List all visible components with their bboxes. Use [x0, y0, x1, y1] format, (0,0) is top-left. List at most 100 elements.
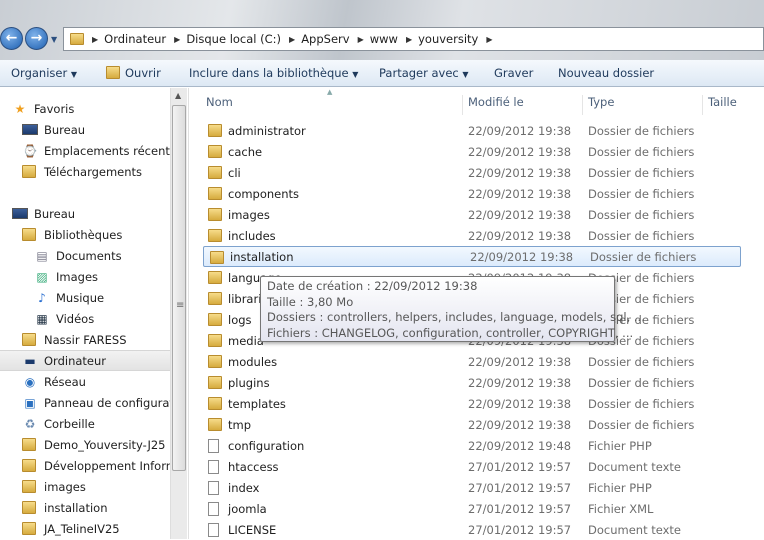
- chevron-right-icon: ▶: [289, 34, 296, 44]
- computer-icon: ▬: [24, 353, 36, 368]
- navigation-pane: ★ Favoris Bureau ⌚ Emplacements récents Téléc…: [0, 88, 170, 539]
- column-modified[interactable]: Modifié le: [463, 95, 583, 115]
- file-row[interactable]: installation 22/09/2012 19:38 Dossier de f…: [203, 246, 741, 267]
- folder-icon: [208, 187, 222, 200]
- file-name: logs: [228, 312, 252, 327]
- sidebar-item[interactable]: Développement Informatique: [0, 455, 170, 476]
- sidebar-item[interactable]: Téléchargements: [0, 161, 170, 182]
- file-row[interactable]: includes 22/09/2012 19:38 Dossier de fichi…: [202, 225, 742, 246]
- sidebar-item-label: Favoris: [34, 101, 75, 116]
- sidebar-item[interactable]: ♻ Corbeille: [0, 413, 170, 434]
- sidebar-item[interactable]: ▨ Images: [0, 266, 170, 287]
- file-row[interactable]: templates 22/09/2012 19:38 Dossier de fich…: [202, 393, 742, 414]
- scroll-up-icon[interactable]: ▲: [175, 91, 181, 100]
- folder-icon: [208, 355, 222, 368]
- sidebar-item[interactable]: images: [0, 476, 170, 497]
- file-name: includes: [228, 228, 276, 243]
- sidebar-item[interactable]: ▬ Ordinateur: [0, 350, 170, 371]
- sidebar-item[interactable]: Bureau: [0, 119, 170, 140]
- column-name[interactable]: Nom: [189, 95, 463, 115]
- sidebar-item[interactable]: Nassir FARESS: [0, 329, 170, 350]
- file-name: cache: [228, 144, 263, 159]
- file-row[interactable]: tmp 22/09/2012 19:38 Dossier de fichiers: [202, 414, 742, 435]
- sidebar-item-label: Ordinateur: [44, 353, 107, 368]
- file-row[interactable]: htaccess 27/01/2012 19:57 Document texte: [202, 456, 742, 477]
- file-row[interactable]: index 27/01/2012 19:57 Fichier PHP: [202, 477, 742, 498]
- command-bar: Organiser ▼ Ouvrir Inclure dans la bibli…: [0, 60, 764, 87]
- folder-icon: [208, 208, 222, 221]
- sidebar-item-label: Corbeille: [44, 416, 95, 431]
- file-icon: [208, 523, 219, 537]
- chevron-right-icon: ▶: [174, 34, 181, 44]
- chevron-down-icon: ▼: [352, 70, 359, 79]
- sidebar-item[interactable]: ★ Favoris: [0, 98, 170, 119]
- folder-icon: [22, 480, 36, 493]
- breadcrumb-item[interactable]: AppServ: [301, 32, 349, 46]
- chevron-right-icon: ▶: [405, 34, 413, 44]
- file-row[interactable]: cli 22/09/2012 19:38 Dossier de fichiers: [202, 162, 742, 183]
- address-bar[interactable]: ▶ Ordinateur ▶ Disque local (C:) ▶ AppServ …: [63, 27, 764, 51]
- share-button[interactable]: Partager avec ▼: [379, 66, 469, 80]
- file-type: Fichier PHP: [588, 480, 652, 495]
- new-folder-button[interactable]: Nouveau dossier: [558, 66, 654, 80]
- breadcrumb-item[interactable]: youversity: [418, 32, 478, 46]
- file-row[interactable]: modules 22/09/2012 19:38 Dossier de fichie…: [202, 351, 742, 372]
- folder-icon: [208, 334, 222, 347]
- file-row[interactable]: images 22/09/2012 19:38 Dossier de fichier…: [202, 204, 742, 225]
- file-row[interactable]: joomla 27/01/2012 19:57 Fichier XML: [202, 498, 742, 519]
- file-row[interactable]: plugins 22/09/2012 19:38 Dossier de fichie…: [202, 372, 742, 393]
- forward-button[interactable]: →: [25, 27, 48, 50]
- include-library-button[interactable]: Inclure dans la bibliothèque ▼: [189, 66, 358, 80]
- sidebar-item[interactable]: ▤ Documents: [0, 245, 170, 266]
- sidebar-item[interactable]: ◉ Réseau: [0, 371, 170, 392]
- sidebar-item[interactable]: ▦ Vidéos: [0, 308, 170, 329]
- back-button[interactable]: ←: [0, 27, 23, 50]
- sidebar-item[interactable]: Bureau: [0, 203, 170, 224]
- breadcrumb-item[interactable]: www: [370, 32, 398, 46]
- sidebar-item[interactable]: JA_TelineIV25: [0, 518, 170, 539]
- sidebar-item[interactable]: ▣ Panneau de configuration: [0, 392, 170, 413]
- file-icon: [208, 439, 219, 453]
- file-row[interactable]: cache 22/09/2012 19:38 Dossier de fichiers: [202, 141, 742, 162]
- sidebar-item[interactable]: Demo_Youversity-J25: [0, 434, 170, 455]
- folder-icon: [22, 438, 36, 451]
- folder-icon: [210, 251, 224, 264]
- file-row[interactable]: LICENSE 27/01/2012 19:57 Document texte: [202, 519, 742, 540]
- file-row[interactable]: components 22/09/2012 19:38 Dossier de fic…: [202, 183, 742, 204]
- folder-icon: [70, 33, 84, 45]
- navigation-scrollbar[interactable]: ▲ ≡: [170, 88, 187, 539]
- chevron-down-icon: ▼: [462, 70, 469, 79]
- desktop-icon: [22, 124, 38, 135]
- recent-pages-dropdown[interactable]: ▼: [51, 35, 57, 44]
- file-icon: [208, 460, 219, 474]
- chevron-right-icon: ▶: [92, 34, 99, 44]
- column-type[interactable]: Type: [583, 95, 703, 115]
- burn-button[interactable]: Graver: [494, 66, 533, 80]
- file-row[interactable]: configuration 22/09/2012 19:48 Fichier PHP: [202, 435, 742, 456]
- file-type: Dossier de fichiers: [588, 396, 695, 411]
- open-button[interactable]: Ouvrir: [106, 66, 161, 80]
- chevron-right-icon[interactable]: ▶: [486, 35, 492, 44]
- file-row[interactable]: administrator 22/09/2012 19:38 Dossier de …: [202, 120, 742, 141]
- open-folder-icon: [106, 66, 120, 79]
- file-modified: 27/01/2012 19:57: [468, 480, 572, 495]
- file-icon: [208, 481, 219, 495]
- file-name: cli: [228, 165, 241, 180]
- sidebar-item[interactable]: ⌚ Emplacements récents: [0, 140, 170, 161]
- breadcrumb-item[interactable]: Ordinateur: [104, 32, 166, 46]
- column-size[interactable]: Taille: [703, 95, 764, 115]
- sidebar-item[interactable]: Bibliothèques: [0, 224, 170, 245]
- file-type: Dossier de fichiers: [588, 354, 695, 369]
- sidebar-item[interactable]: installation: [0, 497, 170, 518]
- file-name: configuration: [228, 438, 305, 453]
- sidebar-item-label: Vidéos: [56, 311, 95, 326]
- sidebar-item[interactable]: ♪ Musique: [0, 287, 170, 308]
- sidebar-item-label: images: [44, 479, 86, 494]
- folder-icon: [208, 145, 222, 158]
- file-name: media: [228, 333, 264, 348]
- scrollbar-thumb[interactable]: ≡: [172, 105, 186, 471]
- organize-button[interactable]: Organiser ▼: [11, 66, 77, 80]
- chevron-right-icon: ▶: [357, 34, 364, 44]
- breadcrumb-item[interactable]: Disque local (C:): [186, 32, 281, 46]
- folder-icon: [22, 459, 36, 472]
